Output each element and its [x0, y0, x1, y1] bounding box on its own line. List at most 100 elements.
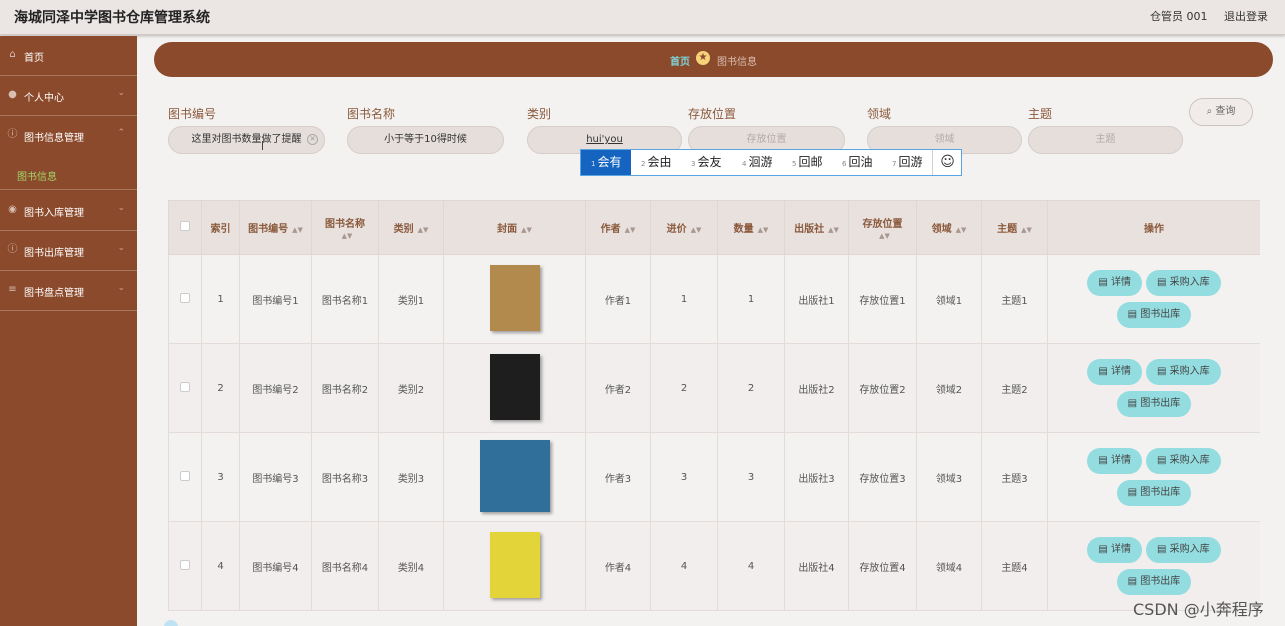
name-cell: 图书名称4 — [311, 521, 379, 611]
info-icon: ⓘ — [7, 244, 18, 255]
field-cell: 领域1 — [916, 254, 982, 344]
purchase-in-button[interactable]: ▤ 采购入库 — [1146, 270, 1221, 296]
category-cell: 类别2 — [378, 343, 444, 433]
row-checkbox[interactable] — [180, 381, 190, 392]
sidebar-item-stock-in[interactable]: ◉ 图书入库管理 ⌄ — [0, 191, 137, 231]
query-button[interactable]: ⌕ 查询 — [1189, 98, 1253, 126]
column-header[interactable]: 出版社 ▲▼ — [784, 200, 849, 255]
field-label: 领域 — [867, 107, 892, 121]
column-header[interactable]: 主题 ▲▼ — [981, 200, 1048, 255]
book-cover-image — [489, 353, 540, 420]
detail-button[interactable]: ▤ 详情 — [1087, 359, 1142, 385]
category-label: 类别 — [527, 107, 552, 121]
ime-candidate[interactable]: 2 会由 — [641, 150, 671, 175]
sidebar-item-book-info[interactable]: ⓘ 图书信息管理 ⌃ — [0, 116, 137, 160]
topic-cell: 主题2 — [981, 343, 1048, 433]
table-row: 2 图书编号2 图书名称2 类别2 作者2 2 2 出版社2 存放位置2 领域2 主题2 ▤ 详情 ▤ … — [168, 343, 1260, 433]
index-cell: 4 — [201, 521, 240, 611]
column-header[interactable]: 封面 ▲▼ — [443, 200, 586, 255]
ime-candidate[interactable]: 4 洄游 — [742, 150, 772, 175]
row-checkbox[interactable] — [180, 559, 190, 570]
code-cell: 图书编号1 — [239, 254, 312, 344]
column-header[interactable]: 领域 ▲▼ — [916, 200, 982, 255]
ime-candidate[interactable]: 1 会有 — [581, 150, 631, 175]
sidebar-item-inventory[interactable]: ≡ 图书盘点管理 ⌄ — [0, 271, 137, 311]
column-header[interactable]: 作者 ▲▼ — [585, 200, 651, 255]
book-out-button[interactable]: ▤ 图书出库 — [1116, 302, 1192, 328]
detail-button[interactable]: ▤ 详情 — [1087, 448, 1142, 474]
ime-candidate[interactable]: 6 回油 — [842, 150, 872, 175]
location-cell: 存放位置2 — [848, 343, 917, 433]
column-header[interactable]: 图书编号 ▲▼ — [239, 200, 312, 255]
column-header[interactable]: 数量 ▲▼ — [717, 200, 785, 255]
sort-icon: ▲▼ — [879, 231, 890, 240]
topic-input[interactable]: 主题 — [1028, 126, 1183, 154]
sidebar-item-label: 图书盘点管理 — [24, 288, 84, 299]
name-cell: 图书名称1 — [311, 254, 379, 344]
purchase-in-button[interactable]: ▤ 采购入库 — [1146, 359, 1221, 385]
book-out-button[interactable]: ▤ 图书出库 — [1116, 569, 1192, 595]
detail-button[interactable]: ▤ 详情 — [1087, 537, 1142, 563]
book-code-label: 图书编号 — [168, 107, 217, 121]
sidebar-subitem-book-info[interactable]: 图书信息 — [0, 160, 137, 190]
row-checkbox[interactable] — [180, 470, 190, 481]
purchase-in-button[interactable]: ▤ 采购入库 — [1146, 537, 1221, 563]
sidebar-item-personal-center[interactable]: ● 个人中心 ⌄ — [0, 76, 137, 116]
emoji-icon[interactable]: ☺ — [932, 150, 962, 175]
column-header[interactable]: 类别 ▲▼ — [378, 200, 444, 255]
qty-cell: 4 — [717, 521, 785, 611]
logout-link[interactable]: 退出登录 — [1224, 8, 1268, 24]
publisher-cell: 出版社3 — [784, 432, 849, 522]
book-cover-image — [489, 264, 540, 331]
chevron-down-icon: ⌄ — [117, 243, 125, 253]
ime-candidate[interactable]: 7 回游 — [892, 150, 922, 175]
clear-icon[interactable]: ✕ — [307, 134, 318, 145]
topic-label: 主题 — [1028, 107, 1053, 121]
author-cell: 作者3 — [585, 432, 651, 522]
select-all-header — [168, 200, 202, 255]
book-code-input[interactable]: 这里对图书数量做了提醒 ✕ — [168, 126, 325, 154]
name-cell: 图书名称3 — [311, 432, 379, 522]
ime-candidate[interactable]: 3 会友 — [691, 150, 721, 175]
sidebar-item-stock-out[interactable]: ⓘ 图书出库管理 ⌄ — [0, 231, 137, 271]
location-cell: 存放位置4 — [848, 521, 917, 611]
topic-cell: 主题3 — [981, 432, 1048, 522]
sort-icon: ▲▼ — [1021, 226, 1032, 234]
book-cover-image — [489, 531, 540, 598]
select-all-checkbox[interactable] — [180, 221, 190, 231]
detail-button[interactable]: ▤ 详情 — [1087, 270, 1142, 296]
column-header[interactable]: 存放位置 ▲▼ — [848, 200, 917, 255]
purchase-in-button[interactable]: ▤ 采购入库 — [1146, 448, 1221, 474]
book-name-input[interactable]: 小于等于10得时候 — [347, 126, 504, 154]
name-cell: 图书名称2 — [311, 343, 379, 433]
sidebar-item-label: 图书出库管理 — [24, 248, 84, 259]
info-icon: ⓘ — [7, 129, 18, 140]
breadcrumb-home[interactable]: 首页 — [670, 53, 690, 68]
row-checkbox[interactable] — [180, 292, 190, 303]
sort-icon: ▲▼ — [521, 226, 532, 234]
sort-icon: ▲▼ — [624, 226, 636, 234]
sort-icon: ▲▼ — [417, 226, 429, 234]
location-cell: 存放位置3 — [848, 432, 917, 522]
field-cell: 领域4 — [916, 521, 982, 611]
app-title: 海城同泽中学图书仓库管理系统 — [14, 10, 210, 26]
table-row: 1 图书编号1 图书名称1 类别1 作者1 1 1 出版社1 存放位置1 领域1 主题1 ▤ 详情 ▤ … — [168, 254, 1260, 344]
book-out-button[interactable]: ▤ 图书出库 — [1116, 391, 1192, 417]
actions-cell: ▤ 详情 ▤ 采购入库 ▤ 图书出库 — [1047, 254, 1260, 344]
column-header[interactable]: 进价 ▲▼ — [650, 200, 718, 255]
topic-cell: 主题4 — [981, 521, 1048, 611]
chevron-up-icon: ⌃ — [117, 128, 125, 138]
column-header[interactable]: 图书名称 ▲▼ — [311, 200, 379, 255]
author-cell: 作者2 — [585, 343, 651, 433]
book-out-button[interactable]: ▤ 图书出库 — [1116, 480, 1192, 506]
location-cell: 存放位置1 — [848, 254, 917, 344]
index-cell: 2 — [201, 343, 240, 433]
column-header: 操作 — [1047, 200, 1260, 255]
sort-icon: ▲▼ — [292, 226, 303, 234]
code-cell: 图书编号3 — [239, 432, 312, 522]
current-user: 仓管员 001 — [1150, 10, 1208, 23]
index-cell: 3 — [201, 432, 240, 522]
row-select-cell — [168, 254, 202, 344]
ime-candidate[interactable]: 5 回邮 — [792, 150, 822, 175]
sidebar-item-home[interactable]: ⌂ 首页 — [0, 36, 137, 76]
